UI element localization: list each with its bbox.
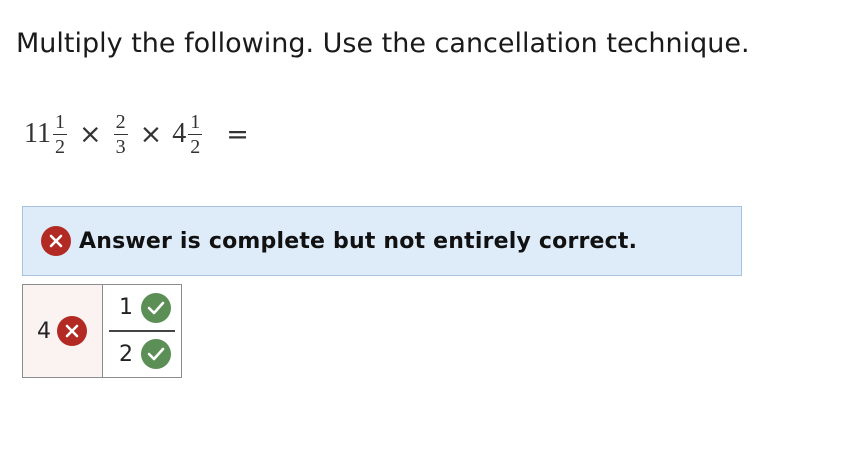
answer-whole-value: 4 xyxy=(37,318,51,344)
instruction-text: Multiply the following. Use the cancella… xyxy=(16,28,750,59)
answer-numerator-cell[interactable]: 1 xyxy=(103,285,181,330)
term2-fraction: 2 3 xyxy=(113,110,128,158)
term3-fraction: 1 2 xyxy=(188,110,203,158)
term3-numerator: 1 xyxy=(190,110,201,133)
term1-numerator: 1 xyxy=(54,110,65,133)
term1-whole: 11 xyxy=(24,118,51,149)
answer-mixed-number: 4 1 2 xyxy=(22,284,182,378)
answer-denominator-cell[interactable]: 2 xyxy=(103,332,181,377)
term3-whole: 4 xyxy=(172,118,187,149)
equals-sign: = xyxy=(226,118,249,150)
term2-numerator: 2 xyxy=(115,110,126,133)
feedback-status-text: Answer is complete but not entirely corr… xyxy=(79,228,638,254)
answer-numerator-value: 1 xyxy=(119,295,133,321)
answer-fraction-cell: 1 2 xyxy=(103,285,181,377)
term3-denominator: 2 xyxy=(190,135,201,158)
feedback-banner: Answer is complete but not entirely corr… xyxy=(22,206,742,276)
answer-whole-cell[interactable]: 4 xyxy=(23,285,103,377)
times-operator: × xyxy=(78,118,102,150)
term2-denominator: 3 xyxy=(115,135,126,158)
question-page: Multiply the following. Use the cancella… xyxy=(0,0,860,456)
term1-denominator: 2 xyxy=(54,135,65,158)
term1-fraction: 1 2 xyxy=(52,110,67,158)
x-circle-icon xyxy=(41,226,71,256)
math-expression: 11 1 2 × 2 3 × 4 1 2 = xyxy=(24,108,249,160)
answer-denominator-value: 2 xyxy=(119,341,133,367)
x-circle-icon xyxy=(57,316,87,346)
check-circle-icon xyxy=(141,339,171,370)
times-operator: × xyxy=(139,118,163,150)
check-circle-icon xyxy=(141,292,171,323)
